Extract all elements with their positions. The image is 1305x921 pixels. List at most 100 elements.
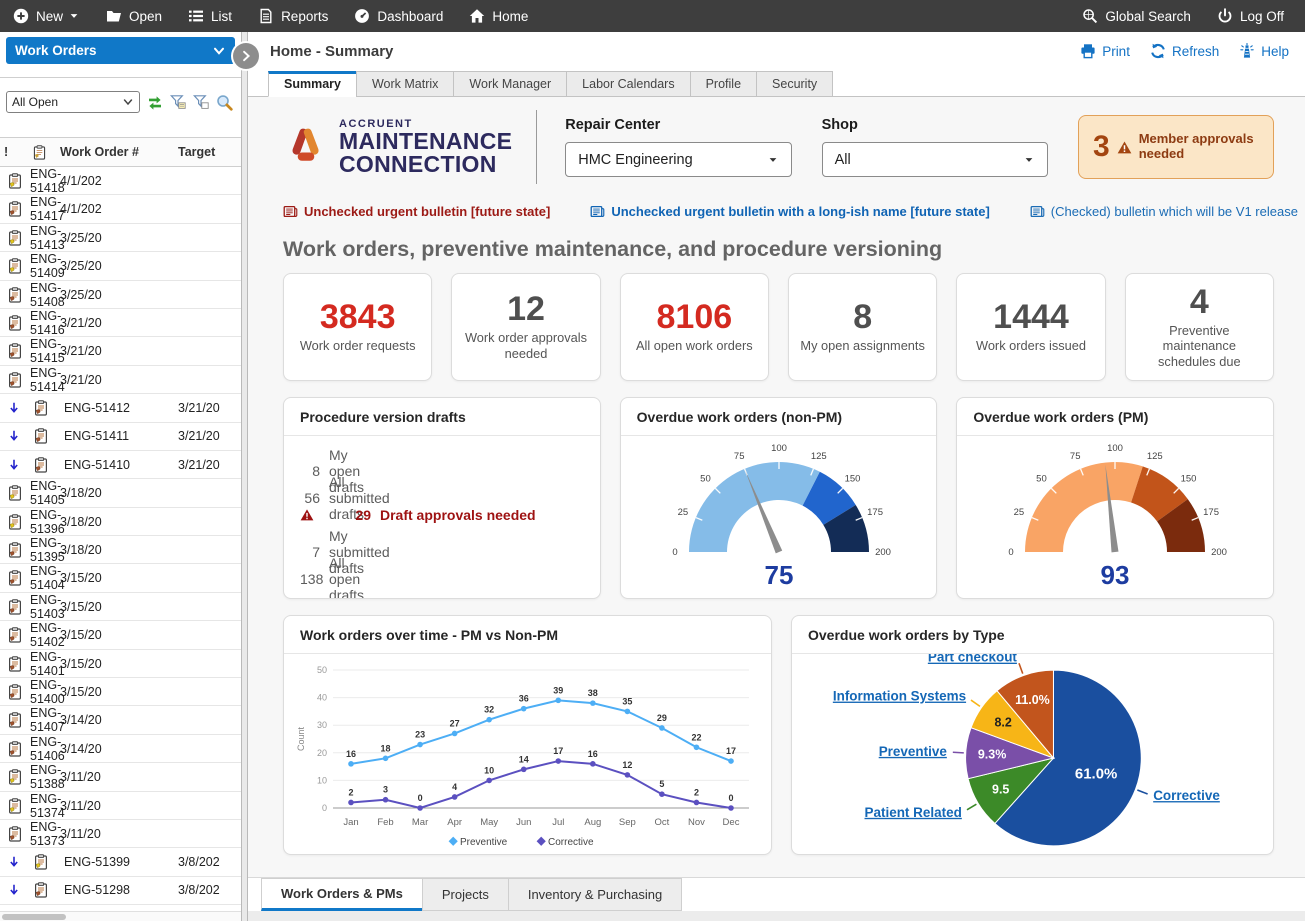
data-point[interactable] — [382, 756, 388, 762]
work-order-row[interactable]: ENG-51374 3/11/20 — [0, 792, 241, 820]
repair-center-select[interactable]: HMC Engineering — [565, 142, 791, 177]
data-point[interactable] — [486, 717, 492, 723]
kpi-card[interactable]: 4 Preventive maintenance schedules due — [1125, 273, 1274, 381]
action-button[interactable]: Refresh — [1150, 43, 1219, 59]
work-order-row[interactable]: ENG-51388 3/11/20 — [0, 763, 241, 791]
work-order-row[interactable]: ENG-51405 3/18/20 — [0, 479, 241, 507]
bulletin-link[interactable]: (Checked) bulletin which will be V1 rele… — [1030, 204, 1298, 219]
tab[interactable]: Security — [756, 71, 833, 97]
work-order-row[interactable]: ENG-51395 3/18/20 — [0, 536, 241, 564]
pie-category-link[interactable]: Patient Related — [865, 805, 962, 820]
nav-item[interactable]: Log Off — [1204, 0, 1297, 32]
tab[interactable]: Work Matrix — [356, 71, 454, 97]
data-point[interactable] — [590, 700, 596, 706]
data-point[interactable] — [693, 800, 699, 806]
bottom-tab[interactable]: Work Orders & PMs — [261, 878, 423, 911]
horizontal-scrollbar[interactable] — [0, 911, 241, 921]
tab[interactable]: Work Manager — [453, 71, 567, 97]
nav-item[interactable]: Home — [456, 0, 541, 32]
work-order-row[interactable]: ENG-51418 4/1/202 — [0, 167, 241, 195]
work-order-row[interactable]: ENG-51416 3/21/20 — [0, 309, 241, 337]
nav-item[interactable]: List — [175, 0, 245, 32]
work-order-row[interactable]: ENG-51412 3/21/20 — [0, 394, 241, 422]
data-point[interactable] — [659, 791, 665, 797]
nav-item[interactable]: Open — [93, 0, 175, 32]
data-point[interactable] — [451, 731, 457, 737]
legend-label[interactable]: Preventive — [460, 837, 508, 848]
legend-label[interactable]: Corrective — [548, 837, 594, 848]
search-list-icon[interactable] — [216, 94, 233, 111]
shop-select[interactable]: All — [822, 142, 1048, 177]
work-order-row[interactable]: ENG-51408 3/25/20 — [0, 281, 241, 309]
kpi-card[interactable]: 12 Work order approvals needed — [451, 273, 600, 381]
bottom-tab[interactable]: Projects — [422, 878, 509, 911]
bottom-tab[interactable]: Inventory & Purchasing — [508, 878, 682, 911]
data-point[interactable] — [728, 805, 734, 811]
data-point[interactable] — [451, 794, 457, 800]
data-point[interactable] — [693, 744, 699, 750]
data-point[interactable] — [590, 761, 596, 767]
work-order-row[interactable]: ENG-51417 4/1/202 — [0, 195, 241, 223]
data-point[interactable] — [348, 800, 354, 806]
tab[interactable]: Summary — [268, 71, 357, 97]
priority-column-header[interactable]: ! — [0, 145, 26, 159]
bulletin-link[interactable]: Unchecked urgent bulletin [future state] — [283, 204, 550, 219]
work-order-row[interactable]: ENG-51406 3/14/20 — [0, 735, 241, 763]
work-order-row[interactable]: ENG-51403 3/15/20 — [0, 593, 241, 621]
pie-category-link[interactable]: Corrective — [1153, 788, 1220, 803]
kpi-card[interactable]: 3843 Work order requests — [283, 273, 432, 381]
nav-item[interactable]: Reports — [245, 0, 341, 32]
kpi-card[interactable]: 1444 Work orders issued — [956, 273, 1105, 381]
pie-category-link[interactable]: Part checkout — [928, 654, 1018, 665]
work-order-row[interactable]: ENG-51407 3/14/20 — [0, 706, 241, 734]
draft-stat-link[interactable]: 138 All open drafts — [300, 555, 580, 582]
auto-refresh-icon[interactable] — [147, 94, 163, 110]
work-order-row[interactable]: ENG-51401 3/15/20 — [0, 650, 241, 678]
saved-filter-select[interactable]: All Open — [6, 91, 140, 113]
work-order-row[interactable]: ENG-51298 3/8/202 — [0, 877, 241, 905]
data-point[interactable] — [382, 797, 388, 803]
pie-category-link[interactable]: Information Systems — [833, 689, 966, 704]
target-column-header[interactable]: Target — [178, 145, 241, 159]
work-order-row[interactable]: ENG-51404 3/15/20 — [0, 564, 241, 592]
action-button[interactable]: Print — [1080, 43, 1130, 59]
work-order-row[interactable]: ENG-51414 3/21/20 — [0, 366, 241, 394]
tab[interactable]: Labor Calendars — [566, 71, 690, 97]
data-point[interactable] — [520, 706, 526, 712]
work-order-row[interactable]: ENG-51396 3/18/20 — [0, 508, 241, 536]
filter-saved-icon[interactable] — [170, 94, 186, 110]
work-order-row[interactable]: ENG-51410 3/21/20 — [0, 451, 241, 479]
data-point[interactable] — [417, 805, 423, 811]
data-point[interactable] — [555, 698, 561, 704]
work-order-row[interactable]: ENG-51409 3/25/20 — [0, 252, 241, 280]
nav-item[interactable]: Global Search — [1069, 0, 1204, 32]
work-order-row[interactable]: ENG-51373 3/11/20 — [0, 820, 241, 848]
data-point[interactable] — [555, 758, 561, 764]
action-button[interactable]: Help — [1239, 43, 1289, 59]
work-order-row[interactable]: ENG-51413 3/25/20 — [0, 224, 241, 252]
filter-icon[interactable] — [193, 94, 209, 110]
data-point[interactable] — [348, 761, 354, 767]
module-selector[interactable]: Work Orders — [6, 37, 235, 64]
kpi-card[interactable]: 8106 All open work orders — [620, 273, 769, 381]
work-order-row[interactable]: ENG-51399 3/8/202 — [0, 848, 241, 876]
work-order-row[interactable]: ENG-51400 3/15/20 — [0, 678, 241, 706]
data-point[interactable] — [624, 772, 630, 778]
work-order-row[interactable]: ENG-51402 3/15/20 — [0, 621, 241, 649]
data-point[interactable] — [728, 758, 734, 764]
number-column-header[interactable]: Work Order # — [60, 145, 178, 159]
bulletin-link[interactable]: Unchecked urgent bulletin with a long-is… — [590, 204, 989, 219]
kpi-card[interactable]: 8 My open assignments — [788, 273, 937, 381]
clipboard-icon[interactable] — [32, 145, 47, 160]
pie-category-link[interactable]: Preventive — [879, 744, 948, 759]
work-order-row[interactable]: ENG-51415 3/21/20 — [0, 337, 241, 365]
work-order-row[interactable]: ENG-51411 3/21/20 — [0, 423, 241, 451]
draft-stat-link[interactable]: 7 My submitted drafts — [300, 528, 580, 555]
data-point[interactable] — [417, 742, 423, 748]
nav-item[interactable]: Dashboard — [341, 0, 456, 32]
draft-stat-link[interactable]: 56 All submitted drafts — [300, 474, 580, 501]
data-point[interactable] — [486, 778, 492, 784]
tab[interactable]: Profile — [690, 71, 757, 97]
nav-item[interactable]: New — [0, 0, 93, 32]
scrollbar-thumb[interactable] — [2, 914, 66, 920]
